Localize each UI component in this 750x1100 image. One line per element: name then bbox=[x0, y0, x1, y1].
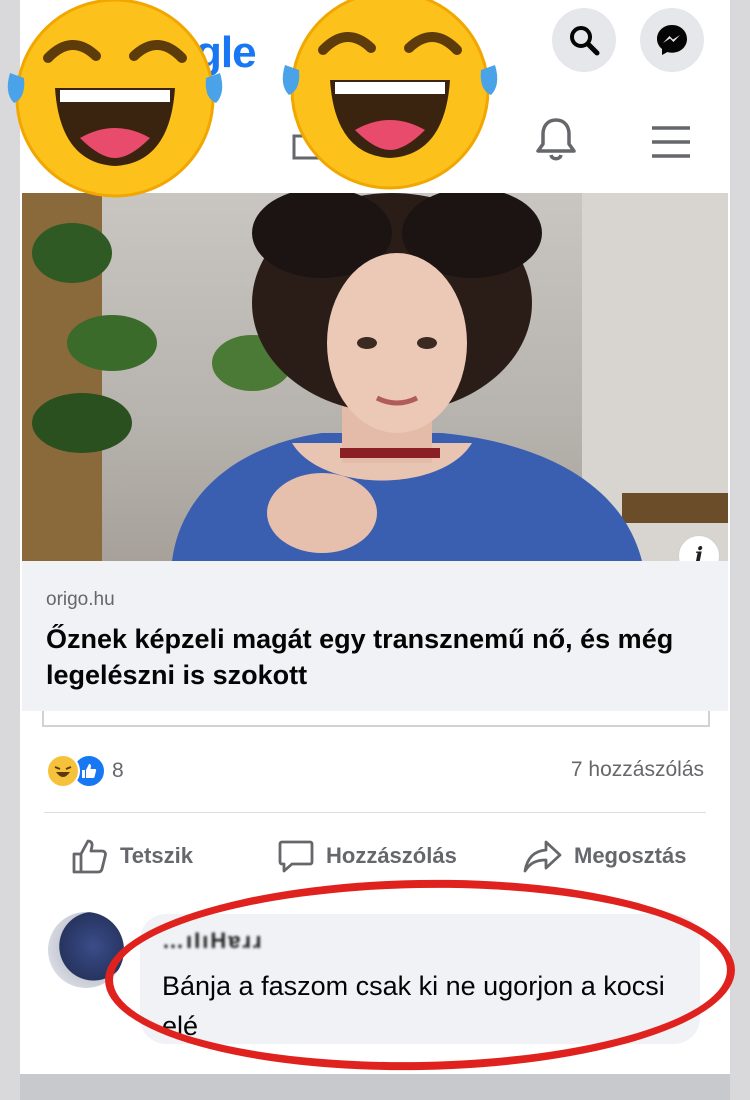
comment-label: Hozzászólás bbox=[326, 843, 457, 868]
article-photo bbox=[22, 193, 728, 561]
divider bbox=[44, 812, 706, 813]
laughing-tears-emoji bbox=[7, 0, 223, 198]
share-icon bbox=[523, 840, 562, 873]
messenger-icon bbox=[657, 25, 687, 55]
laughing-tears-emoji bbox=[282, 0, 498, 190]
comments-count[interactable]: 7 hozzászólás bbox=[571, 758, 704, 782]
link-preview-border bbox=[42, 711, 710, 727]
bell-icon[interactable] bbox=[528, 112, 584, 168]
search-button[interactable] bbox=[552, 8, 616, 72]
link-domain: origo.hu bbox=[46, 589, 115, 610]
next-post-edge bbox=[20, 1074, 730, 1100]
thumbs-up-icon bbox=[72, 839, 107, 874]
haha-reaction-icon bbox=[46, 754, 80, 788]
link-preview[interactable]: origo.hu Őznek képzeli magát egy transzn… bbox=[22, 561, 728, 711]
menu-icon[interactable] bbox=[648, 118, 694, 164]
comment-icon bbox=[278, 840, 314, 873]
reaction-count: 8 bbox=[112, 759, 124, 782]
share-label: Megosztás bbox=[574, 843, 687, 868]
share-button[interactable]: Megosztás bbox=[522, 836, 686, 876]
reactions-summary[interactable]: 8 bbox=[46, 754, 124, 788]
like-label: Tetszik bbox=[120, 843, 193, 868]
messenger-button[interactable] bbox=[640, 8, 704, 72]
link-title[interactable]: Őznek képzeli magát egy transznemű nő, é… bbox=[46, 621, 706, 693]
article-image[interactable] bbox=[22, 193, 728, 561]
search-icon bbox=[570, 26, 600, 56]
like-button[interactable]: Tetszik bbox=[70, 836, 193, 876]
comment-button[interactable]: Hozzászólás bbox=[276, 836, 457, 876]
